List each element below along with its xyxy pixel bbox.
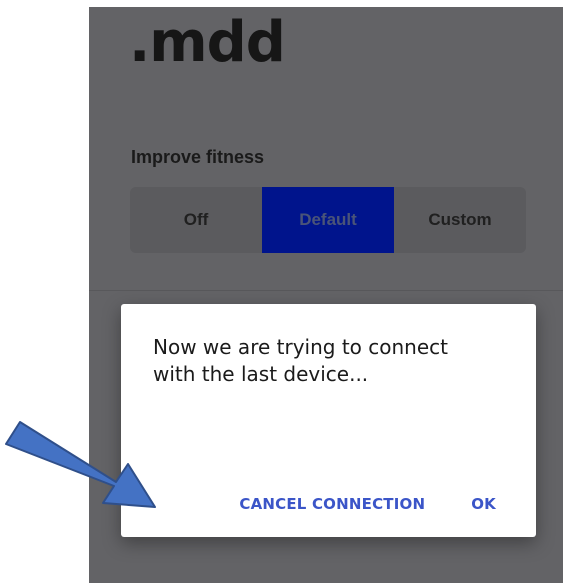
improve-fitness-segmented-control: Off Default Custom	[130, 187, 526, 253]
cancel-connection-button[interactable]: CANCEL CONNECTION	[239, 495, 425, 513]
screenshot-stage: .mdd Improve fitness Off Default Custom …	[0, 0, 563, 583]
segment-custom[interactable]: Custom	[394, 187, 526, 253]
segment-default[interactable]: Default	[262, 187, 394, 253]
dialog-actions: CANCEL CONNECTION OK	[239, 495, 496, 513]
segment-off[interactable]: Off	[130, 187, 262, 253]
section-divider	[89, 290, 563, 291]
dialog-message: Now we are trying to connect with the la…	[153, 335, 448, 386]
arrow-icon	[5, 421, 156, 508]
ok-button[interactable]: OK	[471, 495, 496, 513]
app-logo: .mdd	[129, 10, 286, 75]
connection-dialog: Now we are trying to connect with the la…	[121, 304, 536, 537]
improve-fitness-label: Improve fitness	[131, 147, 265, 167]
annotation-arrow-shape	[5, 421, 156, 508]
